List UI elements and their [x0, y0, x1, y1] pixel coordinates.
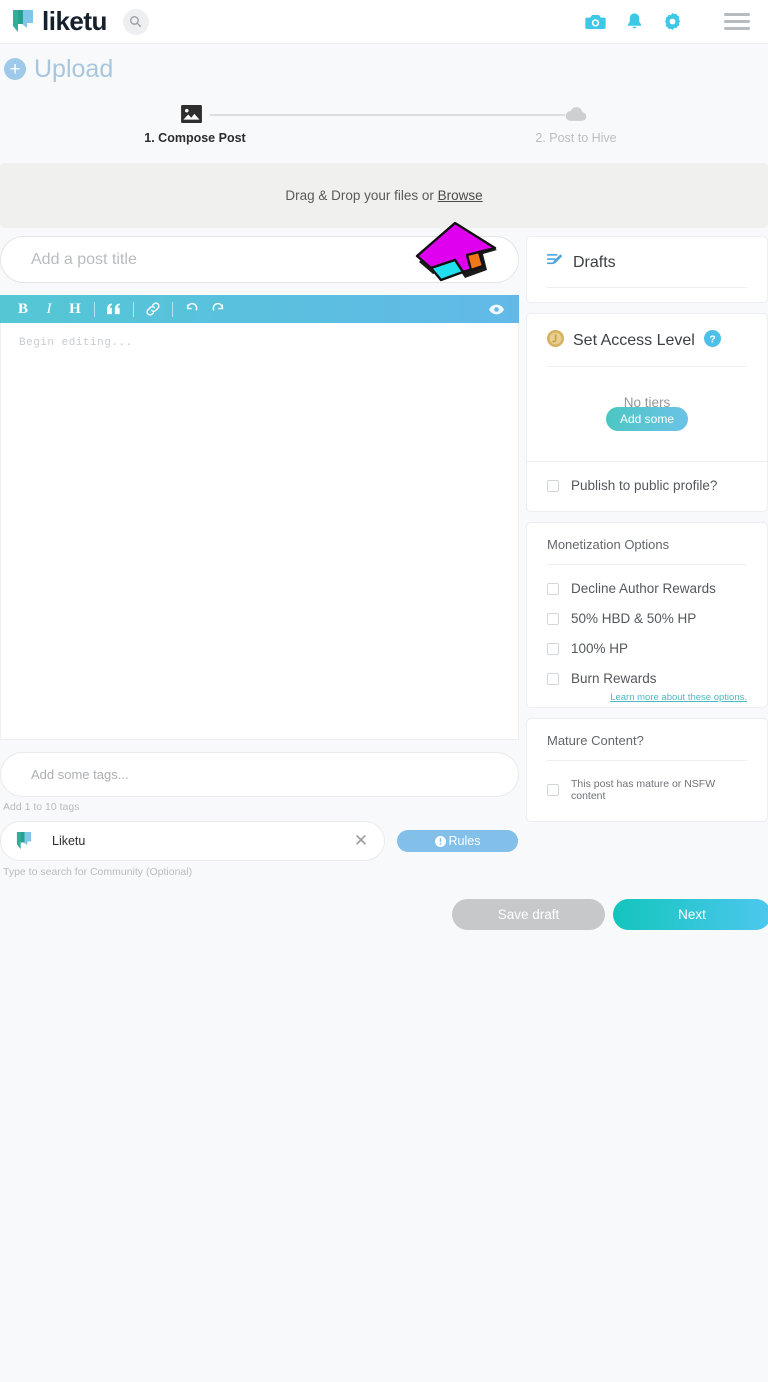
bold-button[interactable]: B	[10, 297, 36, 321]
toolbar-separator	[172, 301, 173, 317]
tags-input[interactable]	[0, 752, 519, 797]
burn-rewards-checkbox[interactable]	[547, 672, 559, 685]
upload-header: + Upload	[0, 52, 768, 86]
drafts-card: Drafts	[526, 236, 768, 303]
publish-public-row[interactable]: Publish to public profile?	[527, 478, 767, 493]
monetization-option-row[interactable]: 50% HBD & 50% HP	[527, 611, 767, 626]
drafts-title-row: Drafts	[547, 253, 747, 273]
tags-hint: Add 1 to 10 tags	[3, 801, 80, 813]
hbd-hp-split-checkbox[interactable]	[547, 612, 559, 625]
access-level-card: Set Access Level ? No tiers Add some Pub…	[526, 313, 768, 512]
app-header: liketu	[0, 0, 768, 44]
add-tier-button[interactable]: Add some	[605, 407, 689, 431]
community-row: Liketu ✕ Rules	[0, 821, 519, 861]
coin-icon	[547, 330, 564, 352]
monetization-title: Monetization Options	[547, 537, 670, 552]
drafts-edit-icon	[547, 253, 564, 273]
mature-content-card: Mature Content? This post has mature or …	[526, 718, 768, 822]
info-icon	[434, 835, 446, 847]
dropzone-prefix: Drag & Drop your files or	[285, 188, 438, 203]
post-body-editor[interactable]: Begin editing...	[0, 323, 519, 740]
drafts-divider	[547, 287, 747, 288]
dropzone-text: Drag & Drop your files or Browse	[285, 188, 482, 203]
monetization-card: Monetization Options Decline Author Rewa…	[526, 522, 768, 708]
toolbar-separator	[133, 301, 134, 317]
mature-content-row[interactable]: This post has mature or NSFW content	[527, 778, 767, 802]
logo[interactable]: liketu	[10, 6, 107, 37]
rules-button-label: Rules	[448, 834, 481, 848]
image-icon	[181, 105, 202, 123]
next-button[interactable]: Next	[613, 899, 768, 930]
editor-toolbar: B I H	[0, 295, 519, 323]
svg-text:?: ?	[709, 334, 715, 345]
publish-public-checkbox[interactable]	[547, 479, 559, 492]
save-draft-button[interactable]: Save draft	[452, 899, 605, 930]
camera-icon[interactable]	[585, 13, 606, 31]
decline-rewards-checkbox[interactable]	[547, 582, 559, 595]
quote-button[interactable]	[101, 297, 127, 321]
post-title-input[interactable]	[0, 236, 519, 283]
redo-button[interactable]	[205, 297, 231, 321]
decline-rewards-label: Decline Author Rewards	[571, 581, 716, 596]
learn-more-link[interactable]: Learn more about these options.	[527, 686, 767, 703]
liketu-logo-icon	[10, 8, 36, 36]
clear-community-button[interactable]: ✕	[352, 831, 370, 850]
plus-circle-icon[interactable]: +	[4, 58, 26, 80]
help-question-icon[interactable]: ?	[703, 330, 721, 352]
italic-button[interactable]: I	[36, 297, 62, 321]
bell-icon[interactable]	[626, 12, 643, 31]
stepper-label-2[interactable]: 2. Post to Hive	[520, 131, 632, 145]
access-level-title: Set Access Level	[573, 332, 695, 349]
stepper	[0, 100, 768, 155]
mature-content-title: Mature Content?	[547, 733, 644, 748]
burn-rewards-label: Burn Rewards	[571, 671, 657, 686]
toolbar-separator	[94, 301, 95, 317]
hamburger-menu-icon[interactable]	[724, 13, 750, 30]
upload-page: liketu + Upload 1. Compose Post 2. Post …	[0, 0, 768, 1382]
stepper-label-1[interactable]: 1. Compose Post	[140, 131, 250, 145]
access-level-divider	[547, 366, 747, 367]
logo-text: liketu	[42, 6, 107, 36]
search-button[interactable]	[122, 8, 149, 35]
cloud-upload-icon	[565, 106, 587, 122]
file-dropzone[interactable]: Drag & Drop your files or Browse	[0, 163, 768, 228]
stepper-connector	[210, 114, 565, 116]
access-level-header: Set Access Level ?	[527, 314, 767, 381]
rules-button[interactable]: Rules	[397, 830, 518, 852]
hbd-hp-split-label: 50% HBD & 50% HP	[571, 611, 697, 626]
publish-public-label: Publish to public profile?	[571, 478, 718, 493]
form-actions: Save draft Next	[452, 899, 768, 930]
heading-button[interactable]: H	[62, 297, 88, 321]
community-logo-icon	[15, 831, 34, 852]
gear-icon[interactable]	[663, 12, 682, 31]
composer-column: B I H Begin editing...	[0, 236, 519, 878]
page-title: Upload	[34, 54, 114, 83]
monetization-option-row[interactable]: Burn Rewards	[527, 671, 767, 686]
community-name: Liketu	[52, 834, 86, 848]
community-hint: Type to search for Community (Optional)	[3, 866, 193, 878]
drafts-card-body[interactable]: Drafts	[527, 237, 767, 302]
tier-area: No tiers Add some	[527, 381, 767, 447]
undo-button[interactable]	[179, 297, 205, 321]
full-hp-checkbox[interactable]	[547, 642, 559, 655]
mature-content-checkbox[interactable]	[547, 784, 559, 796]
editor-placeholder: Begin editing...	[19, 337, 133, 349]
access-level-title-row: Set Access Level ?	[547, 330, 747, 352]
browse-link[interactable]: Browse	[438, 188, 483, 203]
full-hp-label: 100% HP	[571, 641, 629, 656]
monetization-option-row[interactable]: 100% HP	[527, 641, 767, 656]
eye-preview-icon[interactable]	[483, 297, 509, 321]
community-selector[interactable]: Liketu ✕	[0, 821, 385, 861]
sidebar-column: Drafts Set Access Level ? No tiers Add s…	[526, 236, 768, 832]
drafts-title: Drafts	[573, 254, 616, 271]
link-button[interactable]	[140, 297, 166, 321]
monetization-option-row[interactable]: Decline Author Rewards	[527, 581, 767, 596]
mature-content-label: This post has mature or NSFW content	[571, 778, 716, 802]
header-actions	[585, 12, 768, 31]
search-icon	[130, 16, 142, 28]
